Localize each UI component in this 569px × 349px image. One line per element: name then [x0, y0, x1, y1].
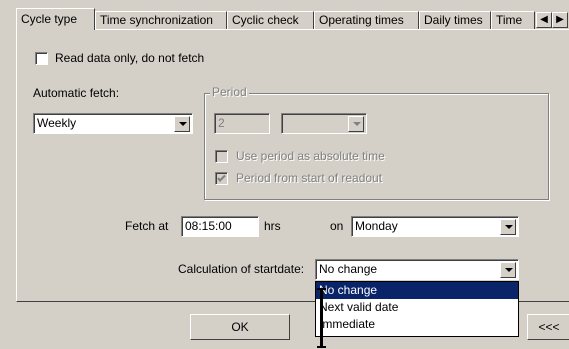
tab-cycle-type[interactable]: Cycle type	[16, 8, 95, 30]
period-unit-select[interactable]	[281, 113, 367, 134]
period-group-title: Period	[210, 85, 249, 99]
checkmark-icon	[217, 174, 226, 182]
absolute-time-checkbox[interactable]	[215, 150, 228, 163]
read-only-label: Read data only, do not fetch	[55, 51, 205, 65]
absolute-time-label: Use period as absolute time	[236, 149, 385, 163]
text-cursor-icon	[317, 288, 326, 348]
startdate-select[interactable]: No change	[315, 259, 519, 280]
automatic-fetch-label: Automatic fetch:	[33, 86, 120, 100]
fetch-day-value: Monday	[355, 219, 398, 233]
collapse-button[interactable]: <<<	[527, 314, 569, 340]
tab-time[interactable]: Time	[491, 11, 535, 29]
tab-time-synchronization[interactable]: Time synchronization	[95, 11, 227, 29]
fetch-day-select[interactable]: Monday	[351, 216, 519, 237]
chevron-down-icon[interactable]	[500, 262, 516, 278]
startdate-dropdown-list: No change Next valid date Immediate	[315, 281, 519, 337]
option-immediate[interactable]: Immediate	[316, 316, 518, 333]
fetch-time-input[interactable]: 08:15:00	[181, 216, 259, 237]
chevron-down-icon[interactable]	[174, 116, 190, 132]
fetch-unit-label: hrs	[264, 219, 281, 233]
read-only-checkbox[interactable]	[35, 52, 48, 65]
period-value-input[interactable]: 2	[214, 113, 270, 134]
option-next-valid-date[interactable]: Next valid date	[316, 299, 518, 316]
automatic-fetch-value: Weekly	[37, 116, 77, 130]
automatic-fetch-select[interactable]: Weekly	[33, 113, 193, 134]
tab-daily-times[interactable]: Daily times	[419, 11, 491, 29]
fetch-on-label: on	[330, 219, 344, 233]
period-from-start-checkbox[interactable]	[215, 172, 228, 185]
option-no-change[interactable]: No change	[316, 282, 518, 299]
tab-cyclic-check[interactable]: Cyclic check	[227, 11, 314, 29]
ok-button[interactable]: OK	[190, 314, 290, 340]
period-from-start-label: Period from start of readout	[236, 171, 383, 185]
fetch-at-label: Fetch at	[125, 219, 169, 233]
tab-operating-times[interactable]: Operating times	[314, 11, 419, 29]
startdate-value: No change	[319, 262, 378, 276]
chevron-down-icon[interactable]	[348, 116, 364, 132]
tab-scroll-left-icon[interactable]: ◀	[536, 12, 552, 28]
tab-scroll-right-icon[interactable]: ▶	[552, 12, 568, 28]
chevron-down-icon[interactable]	[500, 219, 516, 235]
startdate-label: Calculation of startdate:	[178, 262, 305, 276]
tab-strip: Cycle type Time synchronization Cyclic c…	[16, 8, 569, 30]
